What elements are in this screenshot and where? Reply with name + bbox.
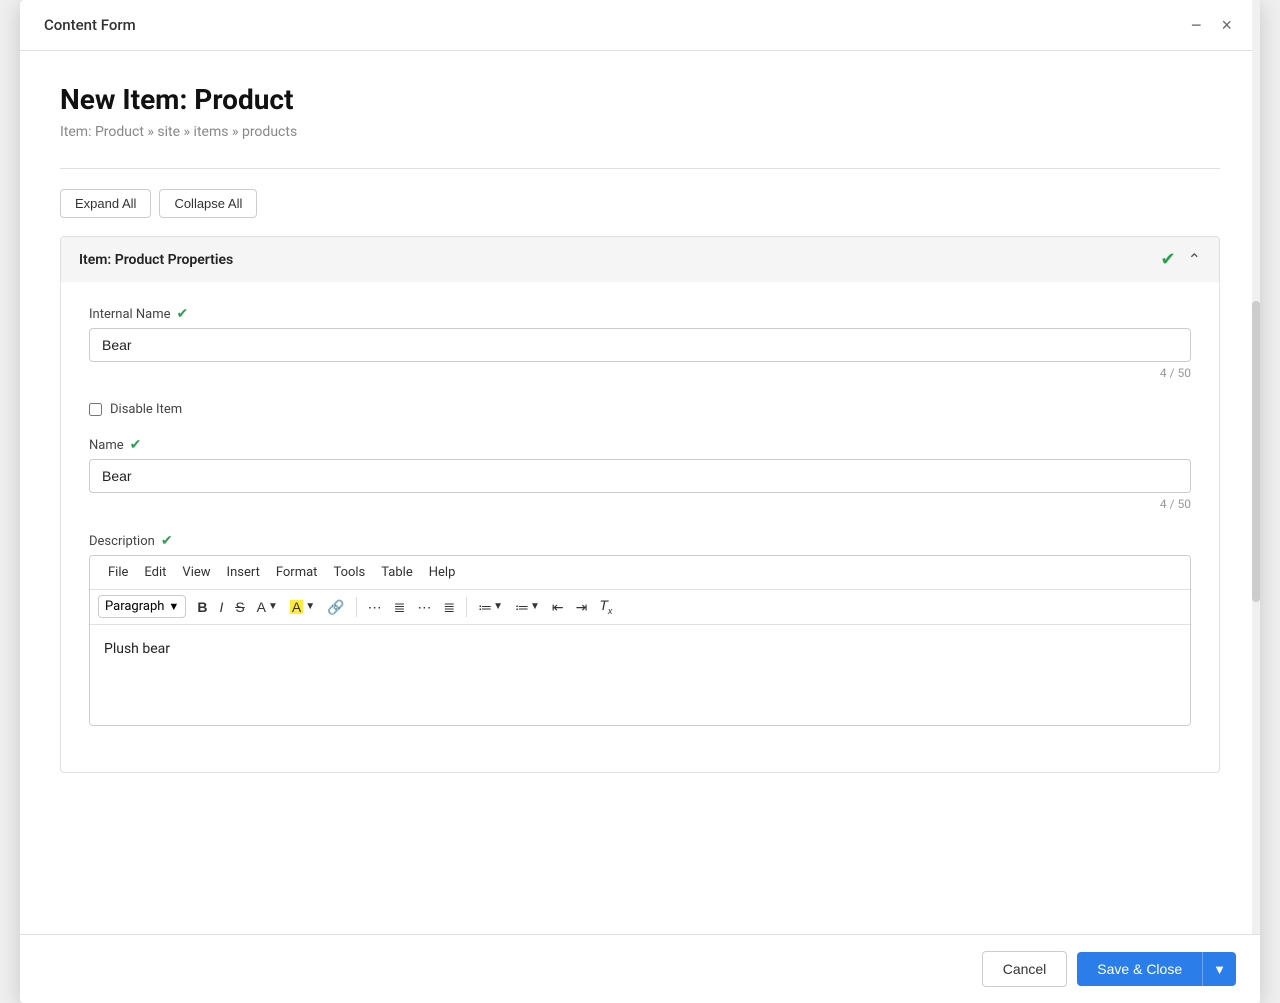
menu-insert[interactable]: Insert	[219, 562, 268, 583]
section-body: Internal Name ✔ 4 / 50 Disable Item Name…	[61, 282, 1219, 772]
content-form-modal: Content Form − × New Item: Product Item:…	[20, 0, 1260, 1003]
rich-editor-content[interactable]: Plush bear	[90, 625, 1190, 725]
modal-title: Content Form	[44, 16, 136, 34]
cancel-button[interactable]: Cancel	[982, 951, 1068, 987]
highlight-button[interactable]: A ▼	[285, 597, 320, 617]
chevron-up-icon: ⌃	[1188, 250, 1201, 269]
paragraph-select[interactable]: Paragraph ▼	[98, 595, 186, 618]
indent-button[interactable]: ⇥	[571, 597, 593, 617]
description-label: Description ✔	[89, 533, 1191, 549]
section-header[interactable]: Item: Product Properties ✔ ⌃	[61, 237, 1219, 282]
modal-footer: Cancel Save & Close ▼	[20, 934, 1260, 1003]
section-panel: Item: Product Properties ✔ ⌃ Internal Na…	[60, 236, 1220, 773]
highlight-chevron: ▼	[305, 602, 315, 612]
divider	[60, 168, 1220, 169]
section-title: Item: Product Properties	[79, 252, 233, 268]
unordered-list-button[interactable]: ≔ ▼	[510, 597, 545, 617]
name-label: Name ✔	[89, 437, 1191, 453]
disable-item-checkbox[interactable]	[89, 403, 102, 416]
align-justify-button[interactable]: ≣	[438, 597, 460, 617]
description-field-group: Description ✔ File Edit View Insert Form…	[89, 533, 1191, 726]
close-button[interactable]: ×	[1217, 14, 1236, 36]
menu-tools[interactable]: Tools	[325, 562, 373, 583]
expand-collapse-toolbar: Expand All Collapse All	[60, 189, 1220, 218]
name-field-group: Name ✔ 4 / 50	[89, 437, 1191, 511]
strikethrough-button[interactable]: S	[230, 597, 249, 617]
disable-item-label: Disable Item	[110, 402, 182, 417]
scrollbar-thumb[interactable]	[1252, 301, 1260, 602]
align-center-button[interactable]: ≣	[389, 597, 411, 617]
name-valid-icon: ✔	[130, 437, 142, 453]
align-right-button[interactable]: ⋯	[412, 597, 436, 617]
modal-header: Content Form − ×	[20, 0, 1260, 51]
menu-help[interactable]: Help	[421, 562, 464, 583]
menu-view[interactable]: View	[174, 562, 218, 583]
save-dropdown-button[interactable]: ▼	[1202, 952, 1236, 986]
disable-item-row: Disable Item	[89, 402, 1191, 417]
save-close-button[interactable]: Save & Close	[1077, 952, 1202, 986]
name-char-count: 4 / 50	[89, 497, 1191, 511]
minimize-button[interactable]: −	[1187, 14, 1206, 36]
font-color-chevron: ▼	[268, 602, 278, 612]
section-header-right: ✔ ⌃	[1161, 249, 1202, 270]
link-button[interactable]: 🔗	[322, 597, 349, 617]
internal-name-char-count: 4 / 50	[89, 366, 1191, 380]
menu-format[interactable]: Format	[268, 562, 326, 583]
save-btn-group: Save & Close ▼	[1077, 952, 1236, 986]
menu-edit[interactable]: Edit	[136, 562, 174, 583]
modal-body: New Item: Product Item: Product » site »…	[20, 51, 1260, 1003]
rich-editor-menubar: File Edit View Insert Format Tools Table…	[90, 556, 1190, 590]
font-color-button[interactable]: A ▼	[252, 597, 283, 617]
italic-button[interactable]: I	[214, 597, 228, 617]
menu-file[interactable]: File	[100, 562, 136, 583]
save-dropdown-chevron: ▼	[1213, 962, 1226, 977]
collapse-all-button[interactable]: Collapse All	[159, 189, 257, 218]
bold-button[interactable]: B	[192, 597, 212, 617]
outdent-button[interactable]: ⇤	[547, 597, 569, 617]
internal-name-field-group: Internal Name ✔ 4 / 50	[89, 306, 1191, 380]
section-valid-icon: ✔	[1161, 249, 1176, 270]
internal-name-input[interactable]	[89, 328, 1191, 362]
toolbar-sep-2	[466, 597, 467, 617]
ordered-list-button[interactable]: ≔ ▼	[473, 597, 508, 617]
rich-editor-toolbar: Paragraph ▼ B I S A ▼ A	[90, 590, 1190, 625]
name-input[interactable]	[89, 459, 1191, 493]
internal-name-valid-icon: ✔	[177, 306, 189, 322]
align-left-button[interactable]: ⋯	[363, 597, 387, 617]
page-title: New Item: Product	[60, 83, 1220, 116]
breadcrumb: Item: Product » site » items » products	[60, 124, 1220, 140]
paragraph-select-chevron: ▼	[168, 600, 179, 613]
rich-editor: File Edit View Insert Format Tools Table…	[89, 555, 1191, 726]
description-valid-icon: ✔	[161, 533, 173, 549]
clear-format-button[interactable]: Tx	[594, 595, 617, 619]
expand-all-button[interactable]: Expand All	[60, 189, 151, 218]
internal-name-label: Internal Name ✔	[89, 306, 1191, 322]
toolbar-sep-1	[356, 597, 357, 617]
scrollbar-track	[1252, 0, 1260, 1003]
menu-table[interactable]: Table	[373, 562, 420, 583]
modal-header-actions: − ×	[1187, 14, 1236, 36]
